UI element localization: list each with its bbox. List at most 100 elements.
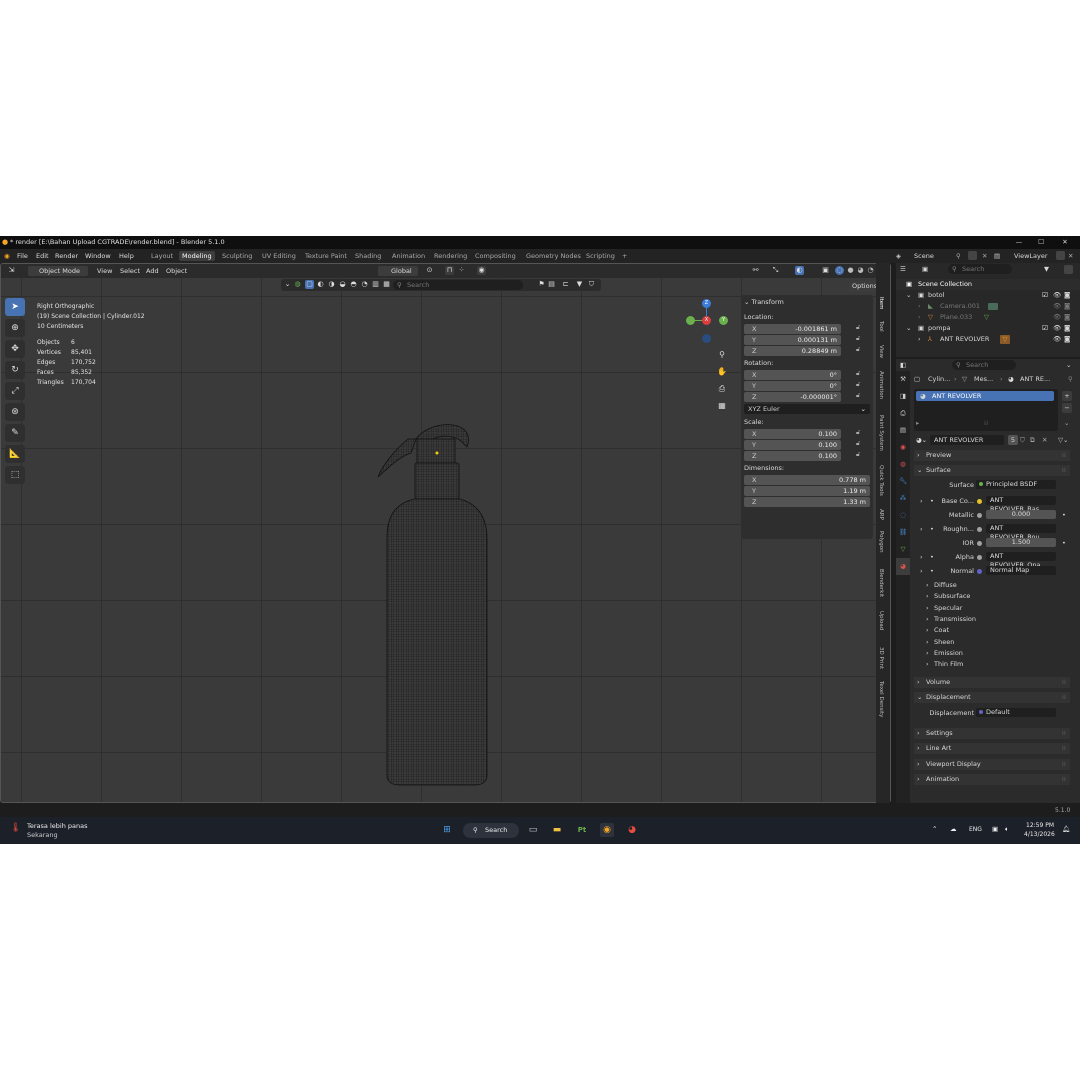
overlay-toggle-icon[interactable]: ◐ bbox=[795, 266, 804, 275]
tab-uv-editing[interactable]: UV Editing bbox=[259, 251, 299, 261]
pivot-icon[interactable]: ⊙ bbox=[425, 266, 434, 275]
material-name-field[interactable]: ANT REVOLVER bbox=[930, 435, 1004, 445]
chevron-down-icon[interactable]: ⌄ bbox=[1064, 419, 1069, 427]
tab-3d-print[interactable]: 3D Print bbox=[878, 647, 884, 669]
language-indicator[interactable]: ENG bbox=[969, 826, 982, 833]
properties-search-input[interactable]: ⚲ Search bbox=[952, 360, 1016, 370]
camera-icon[interactable]: ◙ bbox=[1064, 323, 1070, 334]
duplicate-icon[interactable]: ⧉ bbox=[1030, 435, 1035, 446]
tab-sculpting[interactable]: Sculpting bbox=[219, 251, 255, 261]
tab-item[interactable]: Item bbox=[878, 297, 884, 310]
render-tab-icon[interactable]: ◨ bbox=[896, 388, 910, 405]
tab-upload[interactable]: Upload bbox=[878, 611, 884, 630]
menu-select[interactable]: Select bbox=[120, 264, 140, 278]
close-button[interactable]: ✕ bbox=[1054, 236, 1076, 249]
tab-geometry-nodes[interactable]: Geometry Nodes bbox=[523, 251, 584, 261]
data-tab-icon[interactable]: ▽ bbox=[896, 541, 910, 558]
tab-texel-density[interactable]: Texel Density bbox=[878, 681, 884, 717]
settings-panel-header[interactable]: › Settings ⁞⁞ bbox=[914, 728, 1070, 739]
transform-tool-icon[interactable]: ⊛ bbox=[5, 403, 25, 421]
outliner-row-plane[interactable]: › ▽ Plane.033 ▽ 👁︎ ◙ bbox=[896, 312, 1080, 323]
outliner-row-camera[interactable]: › ◣ Camera.001 👁︎ ◙ bbox=[896, 301, 1080, 312]
color-icon[interactable]: ◍ bbox=[293, 280, 302, 289]
lock-icon[interactable]: 🔓︎ bbox=[856, 323, 860, 332]
snap-icon[interactable]: ⊓ bbox=[445, 266, 454, 275]
y-axis-icon[interactable] bbox=[686, 316, 695, 325]
subpanel-specular[interactable]: › Specular bbox=[926, 603, 1066, 614]
constraints-tab-icon[interactable]: ⛓︎ bbox=[896, 524, 910, 541]
rotation-mode-dropdown[interactable]: XYZ Euler ⌄ bbox=[744, 404, 870, 414]
drag-handle[interactable]: ⁞⁞ bbox=[1062, 728, 1066, 739]
y-axis-positive-icon[interactable]: Y bbox=[719, 316, 728, 325]
filter-icon-3[interactable]: ◒ bbox=[338, 280, 347, 289]
ortho-toggle-icon[interactable]: ▦ bbox=[715, 401, 729, 418]
socket-icon[interactable] bbox=[977, 555, 982, 560]
clock-date[interactable]: 4/13/2026 bbox=[1024, 831, 1055, 838]
lock-icon[interactable]: 🔓︎ bbox=[856, 369, 860, 378]
menu-add[interactable]: Add bbox=[146, 264, 159, 278]
filter-icon-6[interactable]: ▥ bbox=[371, 280, 380, 289]
outliner-row-scene-collection[interactable]: ▣ Scene Collection bbox=[896, 279, 1080, 290]
menu-window[interactable]: Window bbox=[85, 249, 111, 263]
location-y-field[interactable]: Y 0.000131 m bbox=[744, 335, 841, 345]
zoom-icon[interactable]: ⚲ bbox=[715, 350, 729, 367]
network-icon[interactable]: ▣ bbox=[992, 825, 998, 833]
tab-scripting[interactable]: Scripting bbox=[583, 251, 618, 261]
pt-app-icon[interactable]: Pt bbox=[575, 823, 589, 837]
z-axis-negative-icon[interactable] bbox=[702, 334, 711, 343]
new-collection-button[interactable] bbox=[1064, 265, 1073, 274]
tab-view[interactable]: View bbox=[878, 345, 884, 358]
mode-selector[interactable]: Object Mode bbox=[28, 266, 88, 276]
volume-icon[interactable]: 🔈︎ bbox=[1005, 825, 1009, 834]
particles-tab-icon[interactable]: ⁂ bbox=[896, 490, 910, 507]
rotation-z-field[interactable]: Z -0.000001° bbox=[744, 392, 841, 402]
xray-icon[interactable]: ▣ bbox=[821, 266, 830, 275]
task-view-icon[interactable]: ▭ bbox=[526, 823, 540, 837]
chevron-down-icon[interactable]: ⌄ bbox=[906, 323, 911, 334]
physics-tab-icon[interactable]: ◌ bbox=[896, 507, 910, 524]
tab-arp[interactable]: ARP bbox=[878, 509, 884, 520]
lock-icon[interactable]: 🔓︎ bbox=[856, 428, 860, 437]
subpanel-thin-film[interactable]: › Thin Film bbox=[926, 659, 1066, 670]
eye-icon[interactable]: 👁︎ bbox=[1053, 312, 1061, 323]
output-tab-icon[interactable]: ⎙ bbox=[896, 405, 910, 422]
tab-texture-paint[interactable]: Texture Paint bbox=[302, 251, 350, 261]
surface-shader-field[interactable]: Principled BSDF bbox=[976, 480, 1056, 489]
tool-tab-icon[interactable]: ⚒ bbox=[896, 371, 910, 388]
browse-dropdown-icon[interactable]: ▽⌄ bbox=[1058, 435, 1068, 446]
wireframe-shading-icon[interactable]: ◌ bbox=[835, 266, 844, 275]
chevron-down-icon[interactable]: ⌄ bbox=[906, 290, 911, 301]
line-art-panel-header[interactable]: › Line Art ⁞⁞ bbox=[914, 743, 1070, 755]
socket-icon[interactable] bbox=[977, 513, 982, 518]
tab-layout[interactable]: Layout bbox=[148, 251, 176, 261]
new-scene-button[interactable] bbox=[968, 251, 977, 260]
tab-shading[interactable]: Shading bbox=[352, 251, 384, 261]
filter-icon-4[interactable]: ◓ bbox=[349, 280, 358, 289]
lock-icon[interactable]: 🔓︎ bbox=[856, 380, 860, 389]
taskbar-search[interactable]: ⚲ Search bbox=[463, 823, 519, 838]
socket-icon[interactable] bbox=[977, 541, 982, 546]
outliner-editor-icon[interactable]: ☰ bbox=[900, 265, 906, 273]
material-tab-icon[interactable]: ◕ bbox=[896, 558, 910, 575]
chevron-down-icon[interactable]: ⌄ bbox=[1066, 361, 1071, 369]
chrome-icon[interactable]: ◕ bbox=[625, 823, 639, 837]
material-slot-list[interactable]: ◕ ANT REVOLVER ▸ ⁞⁞ bbox=[914, 389, 1058, 431]
subpanel-subsurface[interactable]: › Subsurface bbox=[926, 591, 1066, 602]
filter-icon-7[interactable]: ▦ bbox=[382, 280, 391, 289]
delete-scene-icon[interactable]: ✕ bbox=[982, 249, 987, 263]
filter-icon-5[interactable]: ◔ bbox=[360, 280, 369, 289]
menu-object[interactable]: Object bbox=[166, 264, 187, 278]
eye-icon[interactable]: 👁︎ bbox=[1053, 301, 1061, 312]
keyframe-dot-icon[interactable]: • bbox=[1062, 511, 1066, 519]
annotate-tool-icon[interactable]: ✎ bbox=[5, 424, 25, 442]
tab-rendering[interactable]: Rendering bbox=[431, 251, 470, 261]
orientation-selector[interactable]: Global bbox=[378, 266, 418, 276]
outliner-row-botol[interactable]: ⌄ ▣ botol ☑ 👁︎ ◙ bbox=[896, 290, 1080, 301]
hierarchy-icon[interactable]: ⊏ bbox=[561, 280, 570, 289]
delete-view-layer-icon[interactable]: ✕ bbox=[1068, 249, 1073, 263]
shader-input-value[interactable]: 1.500 bbox=[986, 538, 1056, 547]
view-layer-name[interactable]: ViewLayer bbox=[1014, 249, 1048, 263]
outliner-row-pompa[interactable]: ⌄ ▣ pompa ☑ 👁︎ ◙ bbox=[896, 323, 1080, 334]
proportional-edit-icon[interactable]: ◉ bbox=[477, 266, 486, 275]
subpanel-sheen[interactable]: › Sheen bbox=[926, 637, 1066, 648]
